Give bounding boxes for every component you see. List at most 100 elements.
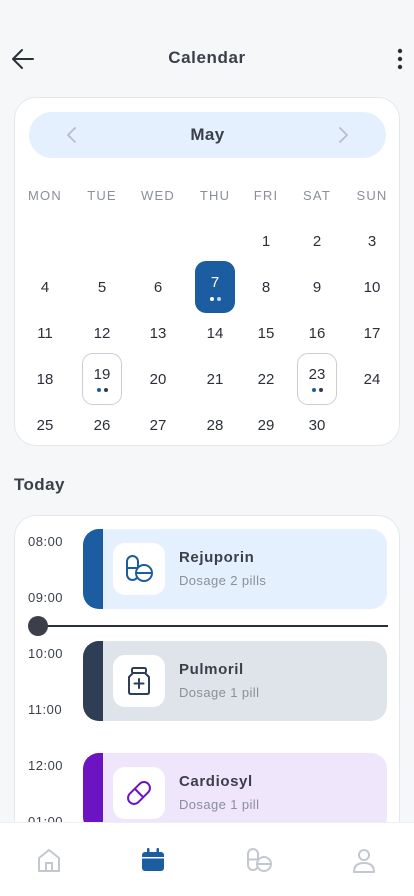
day-number: 21 (206, 370, 224, 388)
day-number: 24 (363, 370, 381, 388)
calendar-card: May MON TUE WED THU FRI SAT SUN 1 2 3 4 5 6 7 8 9 10 11 12… (14, 97, 400, 446)
day-number: 1 (261, 232, 271, 250)
calendar-day[interactable]: 17 (352, 313, 392, 353)
calendar-day[interactable]: 16 (297, 313, 337, 353)
calendar-day[interactable]: 5 (82, 267, 122, 307)
day-number: 14 (206, 324, 224, 342)
time-label: 12:00 (28, 758, 64, 773)
time-label: 10:00 (28, 646, 64, 661)
day-number: 8 (261, 278, 271, 296)
dose-dots (195, 297, 235, 301)
calendar-day[interactable]: 1 (246, 221, 286, 261)
calendar-day[interactable]: 8 (246, 267, 286, 307)
weekday-label: SAT (303, 188, 331, 203)
month-selector: May (29, 112, 386, 158)
bottom-navigation (0, 822, 414, 896)
calendar-day[interactable]: 24 (352, 359, 392, 399)
time-label: 11:00 (28, 702, 63, 717)
dose-dots (298, 388, 336, 392)
medication-dosage: Dosage 1 pill (179, 797, 260, 812)
day-number: 9 (312, 278, 322, 296)
next-month-button[interactable] (333, 125, 353, 145)
calendar-day[interactable]: 11 (25, 313, 65, 353)
calendar-day[interactable]: 30 (297, 405, 337, 445)
day-number: 4 (40, 278, 50, 296)
calendar-day[interactable]: 4 (25, 267, 65, 307)
calendar-day[interactable]: 13 (138, 313, 178, 353)
day-number: 18 (36, 370, 54, 388)
medication-card-cardiosyl[interactable]: Cardiosyl Dosage 1 pill (83, 753, 387, 833)
current-time-line (37, 625, 388, 627)
day-number: 26 (93, 416, 111, 434)
calendar-day[interactable]: 10 (352, 267, 392, 307)
day-number: 20 (149, 370, 167, 388)
calendar-day-selected[interactable]: 7 (195, 261, 235, 313)
calendar-day[interactable]: 2 (297, 221, 337, 261)
dose-dot (311, 388, 316, 392)
calendar-day[interactable]: 21 (195, 359, 235, 399)
medication-dosage: Dosage 2 pills (179, 573, 267, 588)
chevron-right-icon (339, 127, 348, 143)
calendar-day[interactable]: 29 (246, 405, 286, 445)
medication-color-stripe (83, 529, 103, 609)
day-number: 30 (308, 416, 326, 434)
day-number: 16 (308, 324, 326, 342)
pills-icon (126, 555, 153, 582)
schedule-card: 08:00 09:00 10:00 11:00 12:00 01:00 Reju… (14, 515, 400, 845)
day-number: 23 (308, 365, 326, 383)
day-number: 7 (210, 273, 220, 291)
section-title-today: Today (14, 475, 65, 494)
day-number: 29 (257, 416, 275, 434)
medicine-bottle-icon (128, 667, 150, 695)
more-button[interactable] (396, 46, 404, 72)
day-number: 5 (97, 278, 107, 296)
calendar-day[interactable]: 14 (195, 313, 235, 353)
medication-card-pulmoril[interactable]: Pulmoril Dosage 1 pill (83, 641, 387, 721)
calendar-day[interactable]: 25 (25, 405, 65, 445)
medication-icon-box (113, 655, 165, 707)
dose-dot (209, 297, 214, 301)
profile-icon (353, 849, 375, 873)
calendar-day[interactable]: 6 (138, 267, 178, 307)
medication-color-stripe (83, 753, 103, 833)
nav-medications[interactable] (244, 845, 274, 875)
calendar-day[interactable]: 26 (82, 405, 122, 445)
calendar-day[interactable]: 28 (195, 405, 235, 445)
calendar-day[interactable]: 3 (352, 221, 392, 261)
calendar-day[interactable]: 12 (82, 313, 122, 353)
medication-icon-box (113, 543, 165, 595)
day-number: 10 (363, 278, 381, 296)
calendar-day[interactable]: 18 (25, 359, 65, 399)
medication-card-rejuporin[interactable]: Rejuporin Dosage 2 pills (83, 529, 387, 609)
time-label: 08:00 (28, 534, 64, 549)
pills-icon (247, 848, 272, 872)
day-number: 11 (37, 324, 53, 342)
day-number: 13 (149, 324, 167, 342)
more-vertical-icon (397, 48, 403, 70)
weekday-label: FRI (253, 188, 279, 203)
day-number: 28 (206, 416, 224, 434)
weekday-label: SUN (356, 188, 388, 203)
nav-calendar[interactable] (138, 845, 168, 875)
nav-home[interactable] (34, 845, 64, 875)
calendar-day[interactable]: 20 (138, 359, 178, 399)
page-title: Calendar (168, 48, 246, 67)
day-number: 27 (149, 416, 167, 434)
calendar-day[interactable]: 22 (246, 359, 286, 399)
calendar-icon (142, 848, 164, 871)
day-number: 25 (36, 416, 54, 434)
nav-profile[interactable] (349, 845, 379, 875)
weekday-label: MON (28, 188, 62, 203)
current-time-indicator (28, 616, 48, 636)
calendar-day-marked[interactable]: 23 (297, 353, 337, 405)
weekday-label: TUE (87, 188, 117, 203)
day-number: 22 (257, 370, 275, 388)
time-label: 09:00 (28, 590, 64, 605)
calendar-day[interactable]: 27 (138, 405, 178, 445)
calendar-day[interactable]: 15 (246, 313, 286, 353)
calendar-day-marked[interactable]: 19 (82, 353, 122, 405)
calendar-day[interactable]: 9 (297, 267, 337, 307)
medication-icon-box (113, 767, 165, 819)
day-number: 19 (93, 365, 111, 383)
capsule-icon (127, 781, 151, 805)
